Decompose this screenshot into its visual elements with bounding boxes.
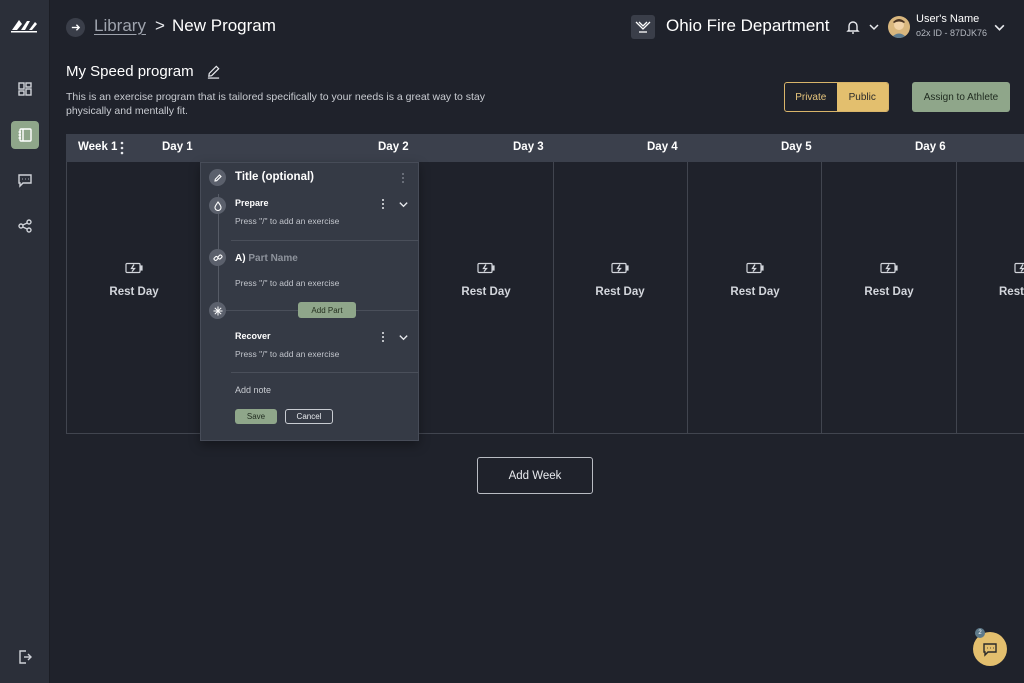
org-name[interactable]: Ohio Fire Department [666, 16, 829, 36]
day-cell-3[interactable]: Rest Day [560, 262, 680, 300]
back-button[interactable] [66, 18, 85, 37]
recover-section-label: Recover [235, 331, 271, 341]
logout-button[interactable] [11, 643, 39, 671]
rest-day-label: Rest Day [730, 286, 780, 298]
rest-day-label: Rest Day [109, 286, 159, 298]
recover-section-icon-button [209, 302, 226, 319]
week-label: Week 1 [78, 141, 118, 153]
chevron-down-icon[interactable] [398, 199, 409, 210]
day-header-6: Day 6 [915, 141, 946, 153]
kebab-menu-icon[interactable] [400, 172, 406, 184]
sidebar-item-share[interactable] [11, 212, 39, 240]
chevron-down-icon[interactable] [398, 332, 409, 343]
breadcrumb-separator: > [155, 16, 165, 35]
day-header-5: Day 5 [781, 141, 812, 153]
add-week-button[interactable]: Add Week [477, 457, 593, 494]
chat-notification-badge: 2 [975, 628, 985, 638]
kebab-menu-icon[interactable] [380, 331, 386, 343]
chat-icon [983, 643, 997, 657]
user-id: o2x ID - 87DJK76 [916, 28, 988, 38]
user-name: User's Name [916, 13, 980, 25]
breadcrumb-library-link[interactable]: Library [94, 16, 146, 36]
page-title: New Program [172, 16, 276, 35]
chevron-down-icon[interactable] [868, 21, 880, 33]
rest-day-label: Rest [999, 286, 1024, 298]
grid-divider [687, 162, 688, 434]
recover-exercise-input[interactable]: Press "/" to add an exercise [235, 349, 339, 359]
add-note-input[interactable]: Add note [235, 385, 271, 395]
sidebar-item-library[interactable] [11, 121, 39, 149]
sidebar-item-messages[interactable] [11, 166, 39, 194]
grid-divider [553, 162, 554, 434]
week-header-bar [66, 134, 1024, 162]
section-divider [231, 240, 419, 241]
workout-editor-panel: Title (optional) Prepare Press "/" to ad… [200, 162, 419, 441]
bell-icon[interactable] [845, 19, 861, 35]
kebab-menu-icon[interactable] [118, 141, 126, 155]
visibility-private-option[interactable]: Private [785, 83, 837, 111]
part-name-field[interactable]: A) Part Name [235, 253, 298, 264]
program-title: My Speed program [66, 63, 194, 80]
day-cell-1[interactable]: Rest Day [74, 262, 194, 300]
battery-charging-icon [125, 262, 143, 274]
org-logo [631, 15, 655, 39]
battery-charging-icon [611, 262, 629, 274]
battery-charging-icon [1014, 262, 1024, 274]
user-avatar-icon [891, 19, 907, 38]
grid-divider [821, 162, 822, 434]
snowflake-icon [213, 306, 222, 315]
eagle-icon [635, 21, 651, 33]
program-description: This is an exercise program that is tail… [66, 91, 486, 117]
visibility-public-option[interactable]: Public [836, 83, 888, 111]
share-icon [18, 219, 32, 233]
o2x-logo[interactable] [9, 16, 39, 36]
add-part-button[interactable]: Add Part [298, 302, 356, 318]
rest-day-label: Rest Day [461, 286, 511, 298]
day-header-4: Day 4 [647, 141, 678, 153]
part-icon-button [209, 249, 226, 266]
library-icon [18, 128, 32, 142]
day-cell-5[interactable]: Rest Day [829, 262, 949, 300]
pencil-icon[interactable] [206, 64, 221, 79]
pencil-icon [213, 173, 222, 182]
rest-day-label: Rest Day [595, 286, 645, 298]
part-name-input[interactable]: Part Name [248, 253, 297, 264]
sidebar [0, 0, 50, 683]
save-button[interactable]: Save [235, 409, 277, 424]
cancel-button[interactable]: Cancel [285, 409, 333, 424]
battery-charging-icon [477, 262, 495, 274]
arrow-right-icon [71, 24, 81, 31]
grid-divider [956, 162, 957, 434]
day-cell-4[interactable]: Rest Day [695, 262, 815, 300]
workout-title-input[interactable]: Title (optional) [235, 171, 314, 183]
flame-icon [213, 200, 222, 211]
avatar[interactable] [888, 16, 910, 38]
prepare-section-label: Prepare [235, 198, 269, 208]
prepare-exercise-input[interactable]: Press "/" to add an exercise [235, 216, 339, 226]
section-divider [231, 372, 419, 373]
part-exercise-input[interactable]: Press "/" to add an exercise [235, 278, 339, 288]
message-icon [18, 174, 32, 188]
rest-day-label: Rest Day [864, 286, 914, 298]
logout-icon [19, 650, 32, 664]
dashboard-icon [18, 82, 32, 96]
kebab-menu-icon[interactable] [380, 198, 386, 210]
battery-charging-icon [880, 262, 898, 274]
prepare-section-icon-button [209, 197, 226, 214]
sidebar-item-dashboard[interactable] [11, 75, 39, 103]
day-header-2: Day 2 [378, 141, 409, 153]
day-header-1: Day 1 [162, 141, 193, 153]
chevron-down-icon[interactable] [993, 21, 1006, 34]
day-cell-6[interactable]: Rest [964, 262, 1024, 300]
title-edit-button[interactable] [209, 169, 226, 186]
assign-to-athlete-button[interactable]: Assign to Athlete [912, 82, 1010, 112]
link-icon [212, 253, 223, 261]
battery-charging-icon [746, 262, 764, 274]
day-header-3: Day 3 [513, 141, 544, 153]
visibility-toggle: Private Public [784, 82, 889, 112]
part-prefix: A) [235, 253, 246, 264]
day-cell-2[interactable]: Rest Day [426, 262, 546, 300]
